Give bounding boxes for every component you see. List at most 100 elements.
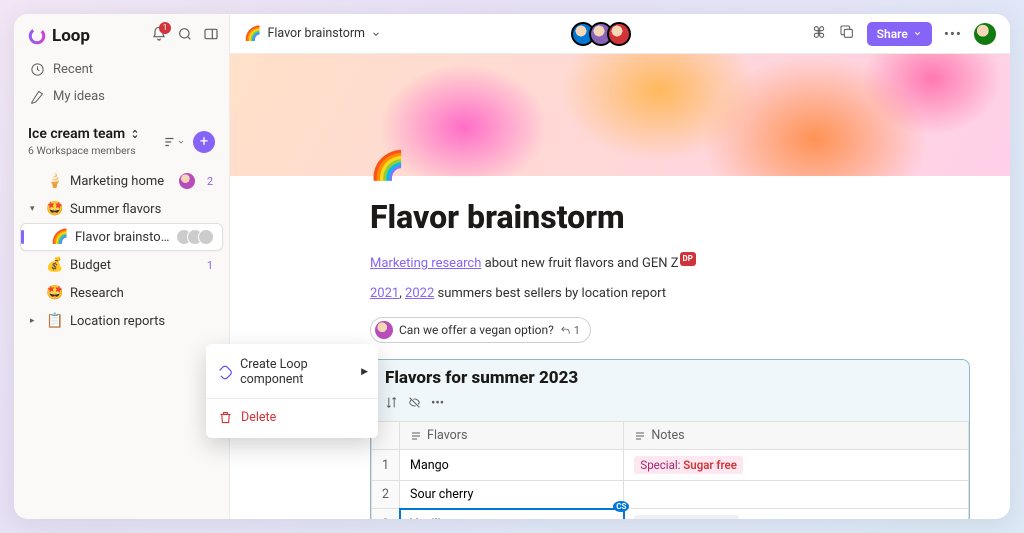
reply-count: 1 xyxy=(560,324,580,337)
breadcrumb-title: Flavor brainstorm xyxy=(267,26,365,41)
comment-text: Can we offer a vegan option? xyxy=(399,323,554,337)
context-menu: Create Loop component Delete xyxy=(206,344,378,438)
text-column-icon xyxy=(410,430,422,442)
sort-icon xyxy=(163,135,177,149)
chevron-down-icon xyxy=(913,29,922,38)
sidebar: Loop 1 Recent My xyxy=(14,14,230,519)
tree-item-location-reports[interactable]: ▸ 📋 Location reports xyxy=(20,307,223,335)
ctx-create-loop-component[interactable]: Create Loop component xyxy=(206,350,378,394)
notification-badge: 1 xyxy=(159,22,171,34)
workspace-switcher[interactable]: Ice cream team xyxy=(28,126,141,142)
pen-icon xyxy=(30,89,45,104)
tree-item-summer-flavors[interactable]: ▾ 🤩 Summer flavors xyxy=(20,195,223,223)
page-tree: 🍦 Marketing home 2 ▾ 🤩 Summer flavors 🌈 … xyxy=(14,167,229,335)
text: about new fruit flavors and GEN Z xyxy=(481,256,678,271)
text: summers best sellers by location report xyxy=(434,286,666,301)
component-title[interactable]: Flavors for summer 2023 xyxy=(371,360,969,392)
app-logo[interactable]: Loop xyxy=(28,26,90,46)
search-button[interactable] xyxy=(177,26,193,46)
text-column-icon xyxy=(634,430,646,442)
cell-notes[interactable]: Special: Sugar free xyxy=(624,450,969,481)
sort-button[interactable] xyxy=(163,135,185,149)
chevron-down-icon xyxy=(177,135,185,149)
cell-flavor[interactable]: Mango xyxy=(400,450,624,481)
unread-badge: 1 xyxy=(207,259,215,272)
presence-avatars[interactable] xyxy=(571,22,631,46)
table-row[interactable]: 2 Sour cherry xyxy=(372,481,969,509)
loop-logo-icon xyxy=(28,27,46,45)
tree-item-research[interactable]: 🤩 Research xyxy=(20,279,223,307)
sort-icon xyxy=(385,396,398,409)
avatar xyxy=(607,22,631,46)
updown-icon xyxy=(129,128,141,140)
row-number: 2 xyxy=(372,481,400,509)
page-emoji: 🌈 xyxy=(51,229,69,245)
cell-notes[interactable] xyxy=(624,481,969,509)
breadcrumb[interactable]: 🌈 Flavor brainstorm xyxy=(244,26,381,42)
inline-comment[interactable]: Can we offer a vegan option? 1 xyxy=(370,317,591,343)
app-name: Loop xyxy=(52,26,90,46)
column-header-flavors[interactable]: Flavors xyxy=(400,422,624,450)
ctx-delete[interactable]: Delete xyxy=(206,403,378,432)
table-row[interactable]: 1 Mango Special: Sugar free xyxy=(372,450,969,481)
flavors-table: Flavors Notes 1 Mango xyxy=(371,421,969,519)
nav-recent[interactable]: Recent xyxy=(24,56,219,83)
ctx-label: Create Loop component xyxy=(240,357,366,387)
command-icon xyxy=(811,24,827,40)
presence-stack xyxy=(176,229,214,245)
cell-flavor-active[interactable]: Vanilla CS xyxy=(400,509,624,520)
loop-component-icon xyxy=(218,365,232,380)
tree-item-flavor-brainstorm[interactable]: 🌈 Flavor brainstorm xyxy=(20,223,223,251)
share-label: Share xyxy=(877,27,908,41)
eye-off-icon xyxy=(408,396,421,409)
loop-component[interactable]: Flavors for summer 2023 ••• Flavors xyxy=(370,359,970,519)
more-options-button[interactable]: ••• xyxy=(944,25,962,43)
avatar xyxy=(375,321,393,339)
account-avatar[interactable] xyxy=(974,23,996,45)
visibility-button[interactable] xyxy=(408,394,421,413)
page-emoji: 🍦 xyxy=(46,173,64,189)
link-2021[interactable]: 2021 xyxy=(370,286,399,301)
notifications-button[interactable]: 1 xyxy=(151,26,167,46)
collaborator-cursor: DP xyxy=(680,252,696,266)
share-button[interactable]: Share xyxy=(867,22,932,46)
row-number: 3 xyxy=(372,509,400,520)
page-emoji: 🤩 xyxy=(46,285,64,301)
keyboard-shortcuts-button[interactable] xyxy=(811,24,827,44)
row-number: 1 xyxy=(372,450,400,481)
paragraph[interactable]: Marketing research about new fruit flavo… xyxy=(370,254,970,274)
table-row[interactable]: 3 Vanilla CS Special: Diary free xyxy=(372,509,969,520)
chevron-right-icon: ▸ xyxy=(30,316,40,326)
search-icon xyxy=(177,26,193,42)
nav-my-ideas[interactable]: My ideas xyxy=(24,83,219,110)
copy-component-button[interactable] xyxy=(839,24,855,44)
page-label: Location reports xyxy=(70,314,215,329)
unread-badge: 2 xyxy=(207,175,215,188)
main-area: 🌈 Flavor brainstorm xyxy=(230,14,1010,519)
page-label: Research xyxy=(70,286,215,301)
tree-item-marketing-home[interactable]: 🍦 Marketing home 2 xyxy=(20,167,223,195)
add-page-button[interactable]: + xyxy=(193,131,215,153)
copy-icon xyxy=(839,24,855,40)
paragraph[interactable]: 2021, 2022 summers best sellers by locat… xyxy=(370,284,970,304)
panel-toggle-button[interactable] xyxy=(203,26,219,46)
separator xyxy=(206,398,378,399)
link-marketing-research[interactable]: Marketing research xyxy=(370,256,481,271)
link-2022[interactable]: 2022 xyxy=(405,286,434,301)
component-more-button[interactable]: ••• xyxy=(431,396,444,411)
tree-item-budget[interactable]: 💰 Budget 1 xyxy=(20,251,223,279)
page-cover[interactable]: 🌈 xyxy=(230,54,1010,176)
page-label: Marketing home xyxy=(70,174,173,189)
workspace-name-label: Ice cream team xyxy=(28,126,125,142)
chevron-down-icon xyxy=(371,29,381,39)
workspace-members-count: 6 Workspace members xyxy=(28,144,141,157)
column-header-notes[interactable]: Notes xyxy=(624,422,969,450)
page-emoji: 📋 xyxy=(46,313,64,329)
ctx-label: Delete xyxy=(241,410,276,425)
cell-notes[interactable]: Special: Diary free xyxy=(624,509,969,520)
page-title[interactable]: Flavor brainstorm xyxy=(370,198,970,236)
sort-rows-button[interactable] xyxy=(385,394,398,413)
chevron-down-icon: ▾ xyxy=(30,204,40,214)
nav-my-ideas-label: My ideas xyxy=(53,89,105,104)
cell-flavor[interactable]: Sour cherry xyxy=(400,481,624,509)
